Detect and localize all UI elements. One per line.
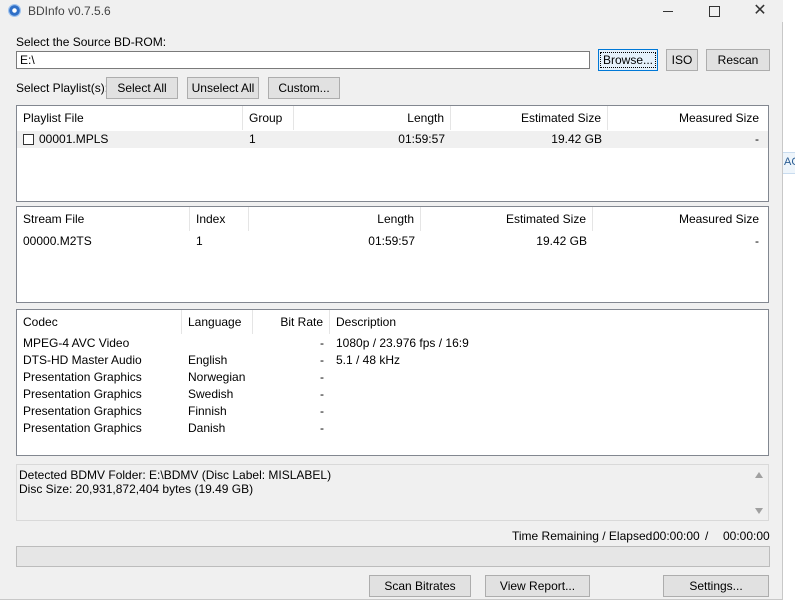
title-bar[interactable]: BDInfo v0.7.5.6 ✕: [0, 0, 783, 22]
desktop-edge: [783, 0, 795, 606]
disc-size-text: Disc Size: 20,931,872,404 bytes (19.49 G…: [19, 482, 254, 496]
col-stream-file[interactable]: Stream File: [17, 207, 190, 231]
minimize-button[interactable]: [645, 0, 691, 22]
codec-bit-rate: -: [320, 421, 324, 435]
bdinfo-window: BDInfo v0.7.5.6 ✕ Select the Source BD-R…: [0, 0, 783, 600]
unselect-all-button[interactable]: Unselect All: [187, 77, 259, 99]
iso-button[interactable]: ISO: [666, 49, 698, 71]
stream-file: 00000.M2TS: [23, 234, 92, 248]
close-button[interactable]: ✕: [737, 0, 783, 22]
settings-button[interactable]: Settings...: [663, 575, 769, 597]
scroll-down-icon[interactable]: [755, 508, 763, 514]
table-row[interactable]: MPEG-4 AVC Video - 1080p / 23.976 fps / …: [17, 335, 768, 352]
playlist-length: 01:59:57: [398, 132, 445, 146]
time-remaining: 00:00:00: [653, 529, 700, 543]
stream-estimated-size: 19.42 GB: [536, 234, 587, 248]
playlist-measured-size: -: [755, 132, 759, 146]
col-index[interactable]: Index: [190, 207, 249, 231]
col-length[interactable]: Length: [294, 106, 451, 130]
detected-folder-text: Detected BDMV Folder: E:\BDMV (Disc Labe…: [19, 468, 332, 482]
stream-length: 01:59:57: [368, 234, 415, 248]
codec-bit-rate: -: [320, 370, 324, 384]
background-window-fragment: AC: [783, 152, 795, 174]
source-path-input[interactable]: E:\: [16, 51, 590, 69]
codec-table[interactable]: Codec Language Bit Rate Description MPEG…: [16, 309, 769, 456]
codec-language: Danish: [188, 421, 226, 435]
col-language[interactable]: Language: [182, 310, 253, 334]
codec-name: Presentation Graphics: [23, 421, 142, 435]
table-row[interactable]: Presentation Graphics Swedish -: [17, 386, 768, 403]
close-icon: ✕: [753, 2, 767, 19]
table-row[interactable]: DTS-HD Master Audio English - 5.1 / 48 k…: [17, 352, 768, 369]
codec-language: English: [188, 353, 228, 367]
codec-bit-rate: -: [320, 353, 324, 367]
minimize-icon: [663, 10, 673, 12]
col-length[interactable]: Length: [249, 207, 421, 231]
codec-description: 5.1 / 48 kHz: [336, 353, 401, 367]
col-estimated-size[interactable]: Estimated Size: [421, 207, 593, 231]
codec-name: Presentation Graphics: [23, 370, 142, 384]
codec-name: DTS-HD Master Audio: [23, 353, 142, 367]
disc-info-box[interactable]: Detected BDMV Folder: E:\BDMV (Disc Labe…: [16, 464, 769, 521]
codec-language: Finnish: [188, 404, 227, 418]
col-playlist-file[interactable]: Playlist File: [17, 106, 243, 130]
stream-measured-size: -: [755, 234, 759, 248]
time-elapsed: 00:00:00: [723, 529, 770, 543]
info-scrollbar[interactable]: [751, 465, 768, 520]
playlist-estimated-size: 19.42 GB: [551, 132, 602, 146]
disc-info-text: Detected BDMV Folder: E:\BDMV (Disc Labe…: [19, 468, 331, 496]
codec-language: Swedish: [188, 387, 234, 401]
background-window-text: AC: [784, 156, 795, 168]
codec-bit-rate: -: [320, 336, 324, 350]
time-label: Time Remaining / Elapsed:: [512, 529, 656, 543]
col-bit-rate[interactable]: Bit Rate: [253, 310, 330, 334]
maximize-button[interactable]: [691, 0, 737, 22]
table-row[interactable]: Presentation Graphics Finnish -: [17, 403, 768, 420]
codec-description: 1080p / 23.976 fps / 16:9: [336, 336, 469, 350]
stream-index: 1: [196, 234, 203, 248]
col-estimated-size[interactable]: Estimated Size: [451, 106, 608, 130]
scroll-up-icon[interactable]: [755, 472, 763, 478]
select-playlist-label: Select Playlist(s):: [16, 81, 109, 95]
codec-name: Presentation Graphics: [23, 404, 142, 418]
table-row[interactable]: Presentation Graphics Norwegian -: [17, 369, 768, 386]
time-separator: /: [705, 529, 709, 543]
playlist-file: 00001.MPLS: [39, 132, 109, 146]
codec-name: Presentation Graphics: [23, 387, 142, 401]
table-row[interactable]: 00000.M2TS 1 01:59:57 19.42 GB -: [17, 233, 768, 250]
scan-bitrates-button[interactable]: Scan Bitrates: [369, 575, 471, 597]
view-report-button[interactable]: View Report...: [485, 575, 590, 597]
disc-app-icon: [8, 4, 21, 17]
table-row[interactable]: 00001.MPLS 1 01:59:57 19.42 GB -: [17, 131, 768, 148]
col-description[interactable]: Description: [330, 310, 760, 334]
playlist-checkbox[interactable]: [23, 134, 34, 145]
codec-bit-rate: -: [320, 404, 324, 418]
col-measured-size[interactable]: Measured Size: [608, 106, 765, 130]
rescan-button[interactable]: Rescan: [706, 49, 770, 71]
codec-bit-rate: -: [320, 387, 324, 401]
codec-name: MPEG-4 AVC Video: [23, 336, 130, 350]
col-measured-size[interactable]: Measured Size: [593, 207, 765, 231]
col-codec[interactable]: Codec: [17, 310, 182, 334]
codec-language: Norwegian: [188, 370, 246, 384]
col-group[interactable]: Group: [243, 106, 294, 130]
custom-button[interactable]: Custom...: [268, 77, 340, 99]
playlist-group: 1: [249, 132, 256, 146]
window-title: BDInfo v0.7.5.6: [28, 4, 111, 18]
stream-table[interactable]: Stream File Index Length Estimated Size …: [16, 206, 769, 303]
browse-button-label: Browse...: [599, 52, 657, 68]
playlist-table[interactable]: Playlist File Group Length Estimated Siz…: [16, 105, 769, 202]
select-all-button[interactable]: Select All: [106, 77, 178, 99]
scan-progress-bar: [16, 546, 770, 567]
source-label: Select the Source BD-ROM:: [16, 35, 167, 49]
browse-button[interactable]: Browse...: [598, 49, 658, 71]
table-row[interactable]: Presentation Graphics Danish -: [17, 420, 768, 437]
maximize-icon: [708, 5, 720, 17]
